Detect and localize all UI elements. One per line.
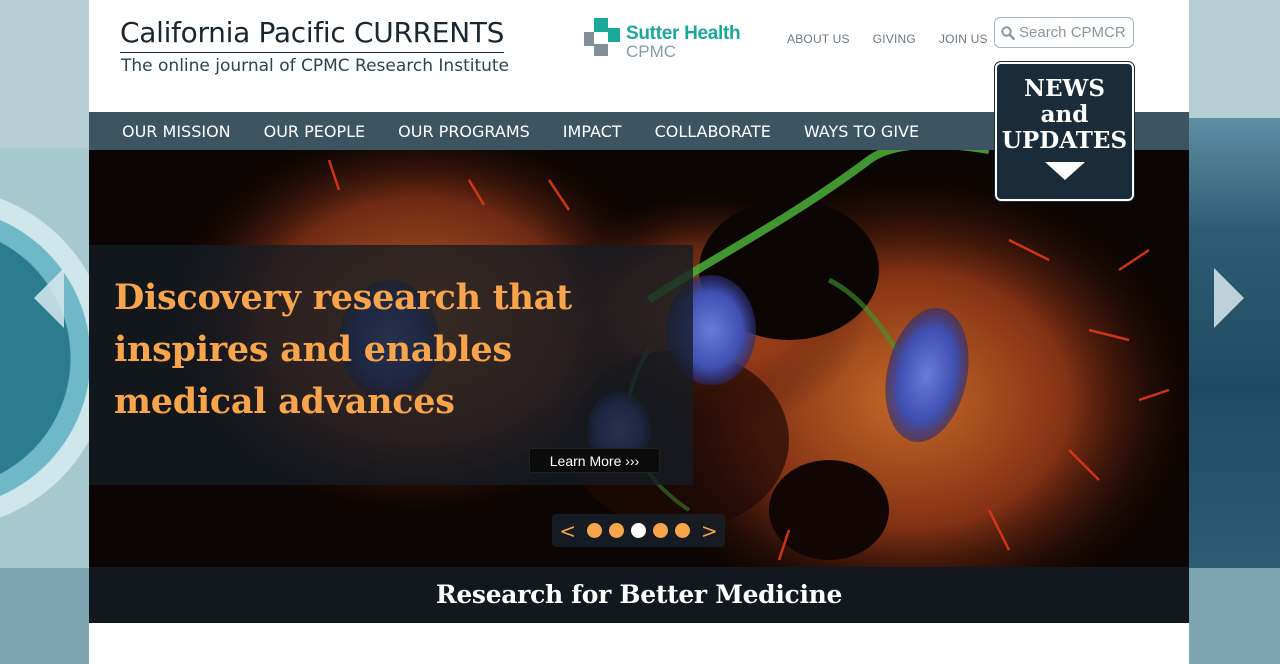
magnifier-icon (1001, 25, 1015, 40)
pager-dot-5[interactable] (675, 523, 690, 538)
sutter-health-logo[interactable]: Sutter Health CPMC (582, 18, 752, 62)
search-box[interactable] (994, 17, 1134, 48)
pager-dot-3[interactable] (631, 523, 646, 538)
tagline-bar: Research for Better Medicine (89, 567, 1189, 623)
hero-carousel: Discovery research that inspires and ena… (89, 150, 1189, 567)
util-link-join-us[interactable]: JOIN US (939, 32, 988, 46)
nav-item-our-mission[interactable]: OUR MISSION (122, 122, 231, 141)
search-input[interactable] (1019, 24, 1127, 41)
site-subtitle: The online journal of CPMC Research Inst… (121, 56, 510, 76)
pager-dot-1[interactable] (587, 523, 602, 538)
sutter-cross-logo (584, 18, 620, 56)
triangle-down-icon (1044, 162, 1085, 180)
learn-more-button[interactable]: Learn More ››› (529, 448, 660, 473)
nav-item-our-people[interactable]: OUR PEOPLE (264, 122, 366, 141)
chevron-right-icon[interactable] (1214, 268, 1244, 328)
news-box-line-2: and (1040, 101, 1089, 128)
right-background-top (1189, 0, 1280, 118)
left-background-image (0, 148, 89, 568)
pager-next-button[interactable]: > (697, 519, 722, 543)
nav-item-ways-to-give[interactable]: WAYS TO GIVE (804, 122, 919, 141)
utility-nav: ABOUT US GIVING JOIN US (787, 32, 988, 46)
pager-dot-2[interactable] (609, 523, 624, 538)
page-container: California Pacific CURRENTS The online j… (89, 0, 1189, 664)
nav-item-impact[interactable]: IMPACT (563, 122, 622, 141)
nav-item-our-programs[interactable]: OUR PROGRAMS (398, 122, 530, 141)
left-background-top (0, 0, 89, 148)
pager-dot-4[interactable] (653, 523, 668, 538)
nav-item-collaborate[interactable]: COLLABORATE (655, 122, 771, 141)
site-title[interactable]: California Pacific CURRENTS (120, 16, 504, 53)
tagline: Research for Better Medicine (435, 580, 843, 609)
news-box-line-3: UPDATES (1001, 127, 1128, 154)
right-background-image (1189, 118, 1280, 568)
hero-headline: Discovery research that inspires and ena… (114, 277, 572, 422)
util-link-giving[interactable]: GIVING (873, 32, 916, 46)
hero-caption-panel: Discovery research that inspires and ena… (89, 245, 693, 485)
news-and-updates-button[interactable]: NEWS and UPDATES (994, 61, 1135, 202)
chevron-left-icon[interactable] (34, 268, 64, 328)
brand-sub: CPMC (626, 42, 677, 61)
news-box-line-1: NEWS (1024, 75, 1105, 102)
util-link-about-us[interactable]: ABOUT US (787, 32, 850, 46)
carousel-pager: < > (552, 514, 725, 547)
pager-prev-button[interactable]: < (555, 519, 580, 543)
